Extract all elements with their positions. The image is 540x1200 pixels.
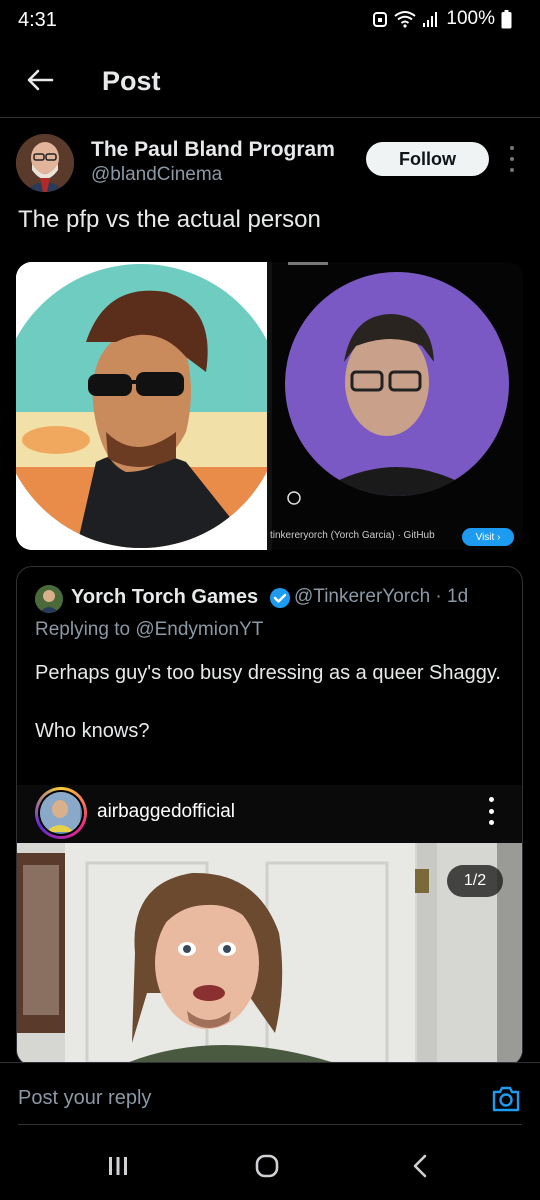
page-title: Post <box>102 66 161 96</box>
quote-body-line: Who knows? <box>35 720 150 742</box>
camera-icon <box>492 1086 520 1112</box>
media-caption: tinkereryorch (Yorch Garcia) · GitHub <box>270 530 435 541</box>
author-avatar[interactable] <box>16 134 74 192</box>
battery-text: 100% <box>446 8 495 29</box>
status-bar: 4:31 100% <box>0 0 540 42</box>
instagram-avatar[interactable] <box>35 787 87 839</box>
home-button[interactable] <box>247 1148 287 1184</box>
signal-icon <box>422 10 440 28</box>
recents-icon <box>109 1157 127 1175</box>
media-image-actual[interactable] <box>272 262 523 550</box>
recents-button[interactable] <box>98 1148 138 1184</box>
verified-badge-icon <box>269 587 291 614</box>
quote-author-handle[interactable]: @TinkererYorch · 1d <box>294 586 468 608</box>
image-page-indicator: 1/2 <box>447 865 503 897</box>
quote-photo[interactable]: 1/2 <box>17 843 522 1065</box>
quote-author-name[interactable]: Yorch Torch Games <box>71 586 258 609</box>
quote-replying-to[interactable]: Replying to @EndymionYT <box>35 619 263 641</box>
status-icons: 100% <box>372 8 512 30</box>
reply-input[interactable]: Post your reply <box>18 1087 151 1110</box>
post-author: The Paul Bland Program @blandCinema Foll… <box>16 134 524 194</box>
quote-body-line: Perhaps guy's too busy dressing as a que… <box>35 662 501 684</box>
battery-icon <box>501 9 512 29</box>
back-button[interactable] <box>22 62 58 98</box>
post-text: The pfp vs the actual person <box>18 206 321 233</box>
app-bar: Post <box>0 48 540 114</box>
back-nav-icon <box>413 1154 427 1178</box>
back-nav-button[interactable] <box>400 1148 440 1184</box>
visit-button[interactable]: Visit › <box>462 528 514 546</box>
instagram-embed-header: airbaggedofficial <box>17 785 522 843</box>
back-arrow-icon <box>27 69 54 91</box>
divider <box>18 1124 522 1125</box>
more-vertical-icon[interactable] <box>506 146 518 172</box>
quote-body: Perhaps guy's too busy dressing as a que… <box>35 659 505 746</box>
quote-body-line <box>35 688 505 717</box>
divider <box>0 117 540 118</box>
status-time: 4:31 <box>18 9 57 31</box>
camera-button[interactable] <box>490 1083 522 1115</box>
alarm-icon <box>372 10 388 28</box>
instagram-account-name[interactable]: airbaggedofficial <box>97 801 235 823</box>
quoted-post[interactable]: Yorch Torch Games @TinkererYorch · 1d Re… <box>16 566 523 1066</box>
home-icon <box>255 1154 279 1178</box>
author-name[interactable]: The Paul Bland Program <box>91 138 335 162</box>
follow-button[interactable]: Follow <box>366 142 489 176</box>
system-nav-bar <box>0 1130 540 1200</box>
media-image-pfp[interactable] <box>16 262 267 550</box>
wifi-icon <box>394 10 417 28</box>
reply-bar: Post your reply <box>0 1062 540 1128</box>
post-media[interactable]: tinkereryorch (Yorch Garcia) · GitHub Vi… <box>16 262 523 550</box>
quote-avatar[interactable] <box>35 585 63 613</box>
more-vertical-icon[interactable] <box>489 797 495 825</box>
author-handle[interactable]: @blandCinema <box>91 164 222 186</box>
